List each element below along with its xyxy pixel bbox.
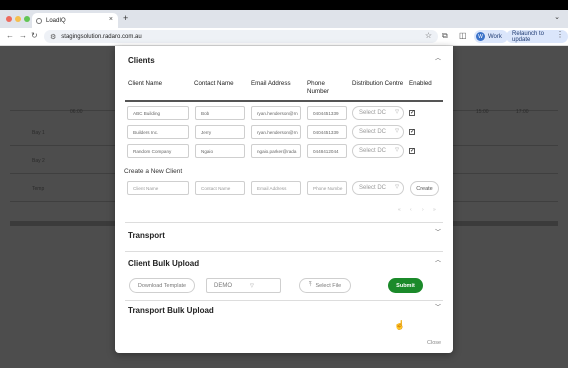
- bay-label: Temp: [32, 186, 45, 192]
- contact-name-input[interactable]: Bob: [195, 106, 245, 120]
- tab-search-chevron-icon[interactable]: ⌄: [554, 13, 560, 21]
- time-label: 15:00: [476, 109, 489, 115]
- new-tab-button[interactable]: +: [123, 13, 128, 23]
- header-phone: Phone Number: [307, 80, 330, 95]
- chevron-down-icon: ▽: [250, 282, 254, 289]
- chevron-up-icon[interactable]: ︿: [435, 53, 441, 62]
- back-arrow-icon[interactable]: ←: [6, 31, 14, 40]
- dc-select[interactable]: Select DC ▽: [352, 125, 404, 139]
- chevron-up-icon[interactable]: ︿: [435, 255, 441, 264]
- browser-toolbar: ← → ↻ ⚙ stagingsolution.radaro.com.au ☆ …: [0, 28, 568, 46]
- chevron-down-icon: ▽: [395, 184, 399, 190]
- time-label: 06:00: [70, 109, 83, 115]
- dc-select[interactable]: Select DC ▽: [352, 106, 404, 120]
- close-button[interactable]: Close: [427, 340, 441, 346]
- pager-last-icon[interactable]: »: [433, 207, 436, 213]
- chevron-down-icon[interactable]: ﹀: [435, 227, 441, 236]
- enabled-checkbox[interactable]: ✓: [409, 110, 415, 116]
- divider: [125, 300, 443, 301]
- site-favicon-icon: [36, 17, 42, 24]
- new-email-input[interactable]: Email Address: [251, 181, 301, 195]
- pager-prev-icon[interactable]: ‹: [410, 207, 412, 213]
- pager-next-icon[interactable]: ›: [422, 207, 424, 213]
- enabled-checkbox[interactable]: ✓: [409, 148, 415, 154]
- create-button[interactable]: Create: [410, 181, 439, 196]
- reload-icon[interactable]: ↻: [31, 31, 38, 40]
- header-contact-name: Contact Name: [194, 80, 234, 87]
- client-name-input[interactable]: Random Company: [127, 144, 189, 158]
- create-client-label: Create a New Client: [124, 168, 183, 175]
- settings-modal: Clients ︿ Client Name Contact Name Email…: [115, 46, 453, 353]
- email-input[interactable]: ryan.henderson@rn: [251, 125, 301, 139]
- dc-select[interactable]: Select DC ▽: [352, 144, 404, 158]
- chevron-down-icon: ▽: [395, 109, 399, 115]
- maximize-window-icon[interactable]: [24, 16, 30, 22]
- close-tab-icon[interactable]: ×: [109, 16, 113, 23]
- transport-section-title[interactable]: Transport: [128, 231, 165, 240]
- url-text: stagingsolution.radaro.com.au: [61, 33, 142, 40]
- download-template-button[interactable]: Download Template: [129, 278, 195, 293]
- address-bar[interactable]: ⚙ stagingsolution.radaro.com.au ☆: [44, 30, 438, 43]
- phone-input[interactable]: 0448412044: [307, 144, 347, 158]
- new-dc-select[interactable]: Select DC ▽: [352, 181, 404, 195]
- contact-name-input[interactable]: Ngaio: [195, 144, 245, 158]
- phone-input[interactable]: 0404451339: [307, 106, 347, 120]
- profile-chip[interactable]: W Work: [474, 30, 508, 43]
- header-client-name: Client Name: [128, 80, 163, 87]
- email-input[interactable]: ngaio.parker@rada: [251, 144, 301, 158]
- contact-name-input[interactable]: Jerry: [195, 125, 245, 139]
- header-distribution-centre: Distribution Centre: [352, 80, 404, 87]
- site-info-icon[interactable]: ⚙: [50, 33, 56, 41]
- more-menu-icon[interactable]: ⋮: [556, 30, 564, 39]
- top-black-bar: [0, 0, 568, 10]
- email-input[interactable]: ryan.henderson@rn: [251, 106, 301, 120]
- extensions-icon[interactable]: ⧉: [442, 31, 448, 41]
- select-file-button[interactable]: ⤒ Select File: [299, 278, 351, 293]
- client-name-input[interactable]: Builders Inc.: [127, 125, 189, 139]
- chevron-down-icon[interactable]: ﹀: [435, 302, 441, 311]
- minimize-window-icon[interactable]: [15, 16, 21, 22]
- browser-tab[interactable]: LoadIQ ×: [32, 13, 118, 28]
- header-enabled: Enabled: [409, 80, 432, 87]
- new-client-name-input[interactable]: Client Name: [127, 181, 189, 195]
- bookmark-star-icon[interactable]: ☆: [425, 31, 432, 40]
- profile-switch-icon[interactable]: ◫: [459, 31, 467, 40]
- bay-label: Bay 1: [32, 130, 45, 136]
- transport-bulk-upload-title[interactable]: Transport Bulk Upload: [128, 306, 214, 315]
- divider: [125, 251, 443, 252]
- chevron-down-icon: ▽: [395, 128, 399, 134]
- table-header-divider: [125, 100, 443, 102]
- divider: [125, 222, 443, 223]
- clients-section-title: Clients: [128, 56, 155, 65]
- enabled-checkbox[interactable]: ✓: [409, 129, 415, 135]
- avatar: W: [476, 32, 485, 41]
- bay-label: Bay 2: [32, 158, 45, 164]
- profile-label: Work: [488, 33, 502, 40]
- submit-button[interactable]: Submit: [388, 278, 423, 293]
- close-window-icon[interactable]: [6, 16, 12, 22]
- header-email: Email Address: [251, 80, 291, 87]
- new-phone-input[interactable]: Phone Numbe: [307, 181, 347, 195]
- new-contact-name-input[interactable]: Contact Name: [195, 181, 245, 195]
- tab-strip: LoadIQ × + ⌄: [0, 10, 568, 28]
- pager-first-icon[interactable]: «: [398, 207, 401, 213]
- client-name-input[interactable]: ABC Building: [127, 106, 189, 120]
- client-bulk-upload-title: Client Bulk Upload: [128, 259, 200, 268]
- forward-arrow-icon[interactable]: →: [19, 31, 27, 40]
- chevron-down-icon: ▽: [395, 147, 399, 153]
- phone-input[interactable]: 0404451339: [307, 125, 347, 139]
- upload-icon: ⤒: [308, 282, 312, 288]
- pointer-cursor-icon: ☝: [394, 320, 406, 330]
- client-select[interactable]: DEMO ▽: [206, 278, 281, 293]
- time-label: 17:00: [516, 109, 529, 115]
- tab-title: LoadIQ: [46, 17, 66, 24]
